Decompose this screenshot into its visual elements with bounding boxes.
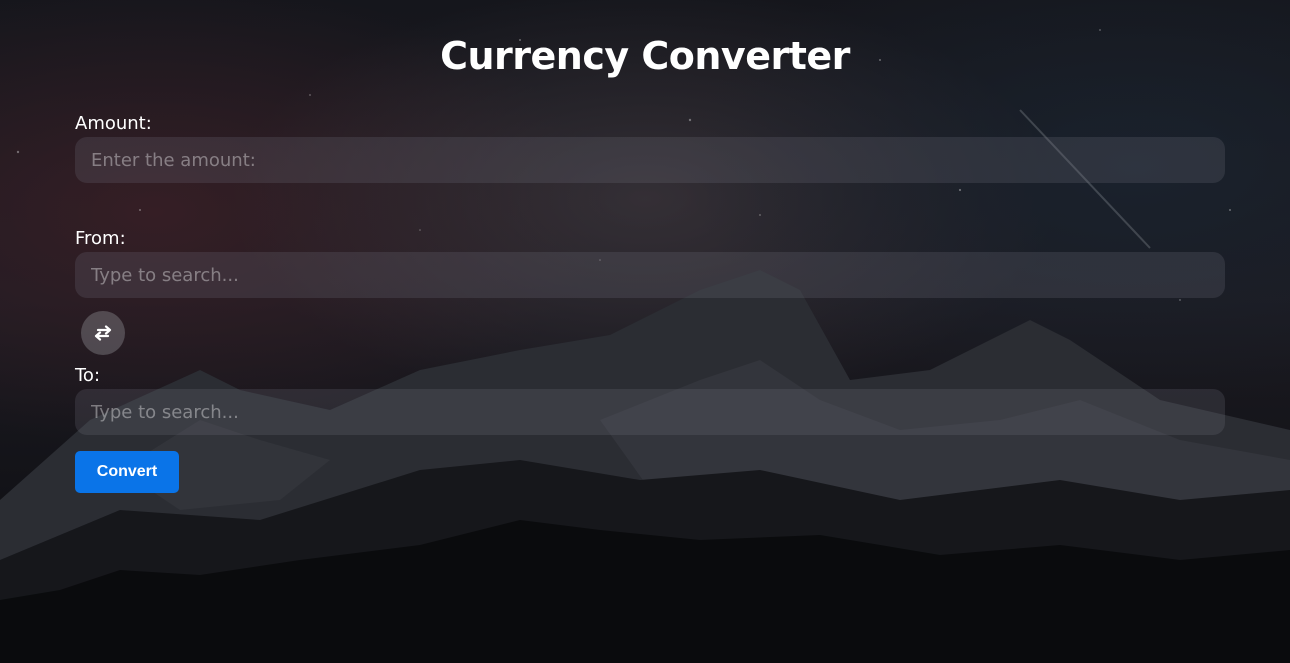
swap-currencies-button[interactable] — [81, 311, 125, 355]
swap-arrows-icon — [94, 325, 112, 341]
convert-button[interactable]: Convert — [75, 451, 179, 493]
to-currency-search-input[interactable] — [75, 389, 1225, 435]
converter-page: Currency Converter Amount: From: To: Con… — [0, 0, 1290, 663]
from-label: From: — [75, 228, 126, 249]
to-label: To: — [75, 365, 101, 386]
amount-input[interactable] — [75, 137, 1225, 183]
page-title: Currency Converter — [440, 34, 850, 78]
amount-label: Amount: — [75, 113, 152, 134]
from-currency-search-input[interactable] — [75, 252, 1225, 298]
